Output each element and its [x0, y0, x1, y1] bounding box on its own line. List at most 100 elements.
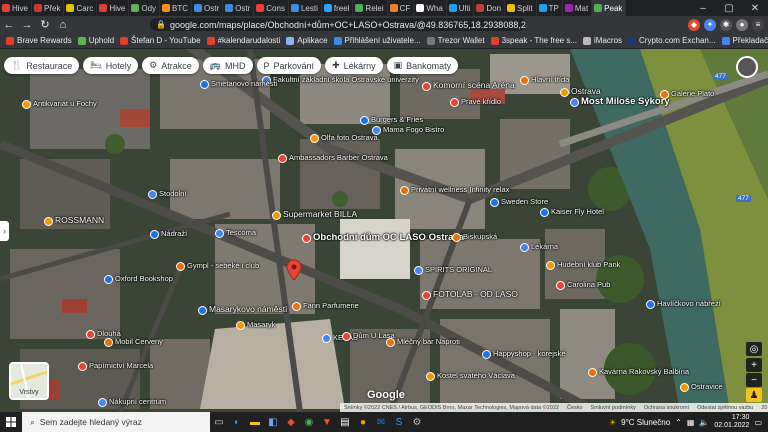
- browser-tab[interactable]: Don: [474, 0, 506, 16]
- map-label[interactable]: Privátní wellness Infinity relax: [411, 185, 509, 194]
- poi-marker-icon[interactable]: [422, 82, 431, 91]
- address-bar[interactable]: 🔒 google.com/maps/place/Obchodní+dům+OC+…: [150, 18, 526, 31]
- bookmark-item[interactable]: Přihlášení uživatele...: [333, 36, 421, 45]
- volume-icon[interactable]: 🔈: [699, 418, 709, 427]
- poi-marker-icon[interactable]: [176, 262, 185, 271]
- browser-tab[interactable]: freel: [322, 0, 354, 16]
- map-label[interactable]: Masarykovo náměstí: [209, 305, 287, 314]
- home-icon[interactable]: ⌂: [54, 16, 72, 33]
- brave-shield-icon[interactable]: ◆: [688, 18, 700, 31]
- map-label[interactable]: Supermarket BILLA: [283, 210, 357, 219]
- poi-marker-icon[interactable]: [104, 338, 113, 347]
- poi-marker-icon[interactable]: [660, 90, 669, 99]
- chip-mhd[interactable]: 🚌 MHD: [202, 57, 253, 74]
- browser-tab[interactable]: TP: [537, 0, 563, 16]
- bookmark-item[interactable]: #kalendarudalosti: [206, 36, 280, 45]
- map-label[interactable]: Kostel svatého Václava: [437, 371, 515, 380]
- poi-marker-icon[interactable]: [588, 368, 597, 377]
- browser-tab[interactable]: Cons: [254, 0, 289, 16]
- map-label[interactable]: Antikvariát u Fochy: [33, 99, 97, 108]
- poi-marker-icon[interactable]: [560, 88, 569, 97]
- map-label[interactable]: Hlavní třída: [531, 75, 569, 84]
- map-label[interactable]: Stodolní: [159, 189, 187, 198]
- zoom-in-button[interactable]: +: [746, 358, 762, 372]
- poi-marker-icon[interactable]: [322, 334, 331, 343]
- map-label[interactable]: Komorní scéna Aréna: [433, 81, 515, 90]
- poi-marker-icon[interactable]: [450, 98, 459, 107]
- poi-marker-icon[interactable]: [680, 383, 689, 392]
- map-label[interactable]: Nádraží: [161, 229, 187, 238]
- poi-marker-icon[interactable]: [78, 362, 87, 371]
- map-label[interactable]: Nákupní centrum: [109, 397, 166, 406]
- map-label[interactable]: Smetanovo náměstí: [211, 79, 278, 88]
- map-label[interactable]: Fakultní základní škola Ostravské univer…: [273, 75, 419, 84]
- network-icon[interactable]: ▦: [687, 418, 695, 427]
- browser-tab[interactable]: Carc: [64, 0, 98, 16]
- browser-tab[interactable]: Relei: [353, 0, 388, 16]
- poi-marker-icon[interactable]: [540, 208, 549, 217]
- zoom-out-button[interactable]: −: [746, 373, 762, 387]
- attribution-item[interactable]: 20 m: [761, 405, 768, 411]
- bookmark-item[interactable]: Štefan D - YouTube: [120, 36, 201, 45]
- bookmark-item[interactable]: iMacros: [583, 36, 622, 45]
- chip-atrakce[interactable]: ⚙ Atrakce: [142, 57, 199, 74]
- poi-marker-icon[interactable]: [360, 116, 369, 125]
- browser-tab[interactable]: Ulti: [447, 0, 475, 16]
- poi-marker-icon[interactable]: [490, 198, 499, 207]
- map-label[interactable]: Most Miloše Sýkory: [581, 97, 670, 107]
- account-avatar[interactable]: [736, 56, 758, 78]
- attribution-item[interactable]: Odeslat zpětnou vazbu: [697, 405, 753, 411]
- chrome-icon[interactable]: ◉: [300, 412, 318, 432]
- browser-tab[interactable]: CF: [388, 0, 415, 16]
- brave-icon[interactable]: ▼: [318, 412, 336, 432]
- poi-marker-icon[interactable]: [150, 230, 159, 239]
- satellite-map[interactable]: Antikvariát u Fochy Fakultní základní ško…: [0, 49, 768, 412]
- bookmark-item[interactable]: Brave Rewards: [6, 36, 72, 45]
- bookmark-item[interactable]: Crypto.com Exchan...: [628, 36, 716, 45]
- poi-marker-icon[interactable]: [570, 98, 579, 107]
- notepad-icon[interactable]: ▤: [336, 412, 354, 432]
- map-label[interactable]: Ostravice: [691, 382, 723, 391]
- map-label[interactable]: Hudební klub Pank: [557, 260, 620, 269]
- chip-parkování[interactable]: P Parkování: [256, 57, 322, 74]
- poi-marker-icon[interactable]: [400, 186, 409, 195]
- poi-marker-icon[interactable]: [272, 211, 281, 220]
- poi-marker-icon[interactable]: [22, 100, 31, 109]
- task-view-icon[interactable]: ▭: [210, 412, 228, 432]
- bookmark-item[interactable]: Trezor Wallet: [426, 36, 485, 45]
- poi-marker-icon[interactable]: [422, 291, 431, 300]
- taskbar-search[interactable]: ⌕ Sem zadejte hledaný výraz: [22, 412, 210, 432]
- map-label[interactable]: Happyshop - korejské: [493, 349, 566, 358]
- poi-marker-icon[interactable]: [342, 332, 351, 341]
- attribution-item[interactable]: Ochrana soukromí: [644, 405, 689, 411]
- map-label[interactable]: Ambassadors Barber Ostrava: [289, 153, 388, 162]
- poi-marker-icon[interactable]: [86, 330, 95, 339]
- bookmark-item[interactable]: Aplikace: [286, 36, 328, 45]
- map-label[interactable]: SPIRITS ORIGINAL: [425, 265, 492, 274]
- bookmark-item[interactable]: 3speak - The free s...: [490, 36, 577, 45]
- chip-lékárny[interactable]: ✚ Lékárny: [325, 57, 383, 74]
- skype-icon[interactable]: S: [390, 412, 408, 432]
- map-label[interactable]: Obchodní dům OC LASO Ostrava: [313, 233, 464, 243]
- poi-marker-icon[interactable]: [98, 398, 107, 407]
- map-label[interactable]: Mobil Cerveny: [115, 337, 163, 346]
- poi-marker-icon[interactable]: [482, 350, 491, 359]
- start-button[interactable]: [0, 412, 22, 432]
- map-label[interactable]: Kaiser Fly Hotel: [551, 207, 604, 216]
- browser-tab[interactable]: Lesti: [289, 0, 322, 16]
- poi-marker-icon[interactable]: [372, 126, 381, 135]
- poi-marker-icon[interactable]: [520, 243, 529, 252]
- poi-marker-icon[interactable]: [104, 275, 113, 284]
- map-label[interactable]: Masaryk: [247, 320, 275, 329]
- poi-marker-icon[interactable]: [198, 306, 207, 315]
- poi-marker-icon[interactable]: [302, 234, 311, 243]
- mail-icon[interactable]: ✉: [372, 412, 390, 432]
- map-label[interactable]: Biskupská: [463, 232, 497, 241]
- profile-icon[interactable]: ●: [736, 18, 748, 31]
- attribution-item[interactable]: Česko: [567, 405, 583, 411]
- browser-tab[interactable]: Ostr: [192, 0, 224, 16]
- chip-restaurace[interactable]: 🍴 Restaurace: [4, 57, 80, 74]
- browser-tab[interactable]: Peak: [592, 0, 627, 16]
- map-label[interactable]: Mléčný bar Naproti: [397, 337, 460, 346]
- browser-tab[interactable]: BTC: [160, 0, 193, 16]
